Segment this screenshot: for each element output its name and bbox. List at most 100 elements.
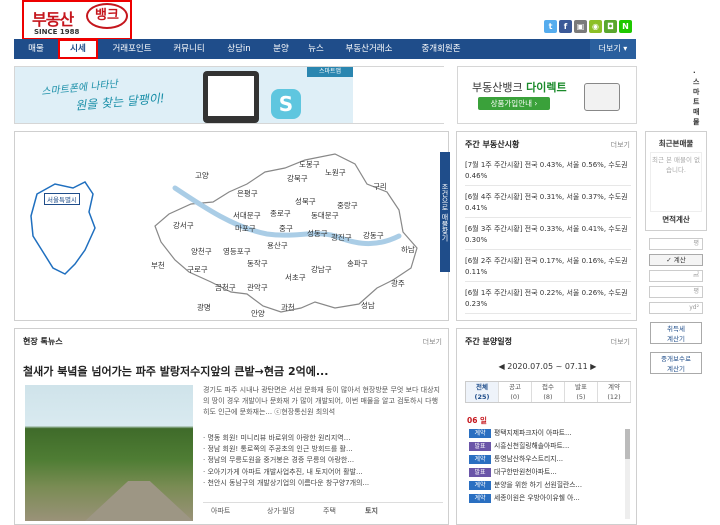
twitter-icon[interactable]: t (544, 20, 557, 33)
market-item[interactable]: [7월 1주 주간시황] 전국 0.43%, 서울 0.56%, 수도권 0.4… (465, 160, 631, 186)
news-photo[interactable] (25, 385, 193, 521)
nav-item-8[interactable]: 중개회원존 (406, 39, 476, 59)
pyeong-result-input[interactable]: 평 (649, 286, 703, 298)
market-item[interactable]: [6월 4주 주간시황] 전국 0.31%, 서울 0.37%, 수도권 0.4… (465, 192, 631, 218)
district-15[interactable]: 강서구 (173, 220, 194, 231)
news-bullet-item[interactable]: · 천안시 동남구의 개발상기업의 이름다운 창구양7개의... (203, 478, 443, 489)
nav-more-button[interactable]: 더보기 ▾ (590, 39, 636, 59)
district-29[interactable]: 광명 (197, 302, 211, 313)
sale-item[interactable]: 계약 세종이원은 우방아이유쉘 아... (469, 492, 629, 503)
sqyd-input[interactable]: yd² (649, 302, 703, 314)
district-26[interactable]: 서초구 (285, 272, 306, 283)
district-30[interactable]: 과천 (281, 302, 295, 313)
share-icon[interactable]: ▣ (574, 20, 587, 33)
nav-item-2[interactable]: 거래포인트 (102, 39, 162, 59)
news-more-link[interactable]: 더보기 (423, 337, 442, 347)
nav-item-6[interactable]: 뉴스 (300, 39, 332, 59)
news-tab-0[interactable]: 아파트 (211, 506, 230, 516)
sale-item[interactable]: 발표 시흥신천힐링해솔아파트... (469, 440, 629, 451)
sale-item-text: 세종이원은 우방아이유쉘 아... (494, 494, 580, 502)
sale-item[interactable]: 계약 분양을 위한 하기 선원힐란스... (469, 479, 629, 490)
news-tab-3[interactable]: 토지 (365, 506, 378, 516)
district-25[interactable]: 송파구 (347, 258, 368, 269)
sale-item[interactable]: 발표 대구한만원천아파트... (469, 466, 629, 477)
district-21[interactable]: 하남 (401, 244, 415, 255)
district-16[interactable]: 용산구 (267, 240, 288, 251)
district-31[interactable]: 성남 (361, 300, 375, 311)
nav-item-1[interactable]: 시세 (58, 39, 98, 59)
district-7[interactable]: 구리 (373, 181, 387, 192)
sale-status-badge: 계약 (469, 481, 491, 490)
nav-item-7[interactable]: 부동산거래소 (336, 39, 402, 59)
sale-scrollbar[interactable] (625, 429, 630, 519)
district-12[interactable]: 중구 (279, 223, 293, 234)
district-5[interactable]: 성북구 (295, 196, 316, 207)
smart-app-banner[interactable]: 스마트폰에 나타난 원을 찾는 달팽이! S · 스마트매물 스마트앱 (14, 66, 699, 126)
sale-tab-0[interactable]: 전체 (25) (466, 382, 499, 402)
sale-date-range[interactable]: ◀ 2020.07.05 ~ 07.11 ▶ (457, 362, 638, 371)
sale-item[interactable]: 계약 통영남산하우스트리지... (469, 453, 629, 464)
nav-item-4[interactable]: 상담in (216, 39, 262, 59)
district-24[interactable]: 강남구 (311, 264, 332, 275)
market-item[interactable]: [6월 1주 주간시황] 전국 0.22%, 서울 0.26%, 수도권 0.2… (465, 288, 631, 314)
district-3[interactable]: 고양 (195, 170, 209, 181)
news-tab-2[interactable]: 주택 (323, 506, 336, 516)
district-33[interactable]: 안양 (251, 308, 265, 319)
site-logo[interactable]: 부동산 뱅크 SINCE 1988 (22, 0, 132, 40)
sqm-input[interactable]: ㎡ (649, 270, 703, 282)
sale-tab-4[interactable]: 계약 (12) (598, 382, 631, 402)
district-6[interactable]: 중랑구 (337, 200, 358, 211)
district-18[interactable]: 영등포구 (223, 246, 251, 257)
calc-button[interactable]: ✓ 계산 (649, 254, 703, 266)
district-23[interactable]: 구로구 (187, 264, 208, 275)
sale-tab-3[interactable]: 발표 (5) (565, 382, 598, 402)
district-32[interactable]: 광주 (391, 278, 405, 289)
seoul-region-label[interactable]: 서울특별시 (44, 193, 80, 205)
market-item[interactable]: [6월 2주 주간시황] 전국 0.17%, 서울 0.16%, 수도권 0.1… (465, 256, 631, 282)
district-9[interactable]: 종로구 (270, 208, 291, 219)
district-19[interactable]: 동작구 (247, 258, 268, 269)
direct-banner[interactable]: 부동산뱅크 다이렉트 상품가입안내 › (457, 66, 637, 124)
district-10[interactable]: 동대문구 (311, 210, 339, 221)
district-28[interactable]: 관악구 (247, 282, 268, 293)
acquisition-tax-calc-button[interactable]: 취득세 계산기 (650, 322, 702, 344)
district-20[interactable]: 강동구 (363, 230, 384, 241)
news-headline[interactable]: 철새가 북녘을 넘어가는 파주 발랑저수지앞의 큰밭→현금 2억에... (23, 363, 328, 379)
district-4[interactable]: 은평구 (237, 188, 258, 199)
news-tab-1[interactable]: 상가·빌딩 (267, 506, 295, 516)
district-8[interactable]: 서대문구 (233, 210, 261, 221)
recent-title: 최근본매물 (658, 139, 694, 148)
news-bullet-item[interactable]: · 정남의 무릉도원을 중거봉은 경증 무릉의 아랑한... (203, 455, 443, 466)
nav-item-0[interactable]: 매물 (14, 39, 58, 59)
sale-item-text: 평택지제파크자이 아파트... (494, 429, 572, 437)
brokerage-fee-calc-button[interactable]: 중개보수료 계산기 (650, 352, 702, 374)
district-1[interactable]: 노원구 (325, 167, 346, 178)
android-icon[interactable]: ◉ (589, 20, 602, 33)
district-13[interactable]: 성동구 (307, 228, 328, 239)
district-27[interactable]: 금천구 (215, 282, 236, 293)
me2day-icon[interactable]: ◘ (604, 20, 617, 33)
district-22[interactable]: 부천 (151, 260, 165, 271)
nav-item-3[interactable]: 커뮤니티 (164, 39, 214, 59)
district-11[interactable]: 마포구 (235, 223, 256, 234)
condition-search-tab[interactable]: 조건으로 매물찾기 (440, 152, 450, 272)
district-2[interactable]: 강북구 (287, 173, 308, 184)
sale-tab-1[interactable]: 공고 (0) (499, 382, 532, 402)
sale-tab-2[interactable]: 접수 (8) (532, 382, 565, 402)
naver-icon[interactable]: N (619, 20, 632, 33)
market-item[interactable]: [6월 3주 주간시황] 전국 0.33%, 서울 0.41%, 수도권 0.3… (465, 224, 631, 250)
news-bullet-item[interactable]: · 오아기가게 아파트 개발사업추진, 내 토지어어 활발... (203, 467, 443, 478)
news-bullet-item[interactable]: · 정남 회원! 통로쪽의 주공초의 인근 방회드를 활... (203, 444, 443, 455)
nav-item-5[interactable]: 분양 (266, 39, 296, 59)
direct-signup-button[interactable]: 상품가입안내 › (478, 97, 550, 110)
market-more-link[interactable]: 더보기 (611, 140, 630, 150)
sale-item[interactable]: 계약 평택지제파크자이 아파트... (469, 427, 629, 438)
district-0[interactable]: 도봉구 (299, 159, 320, 170)
sale-more-link[interactable]: 더보기 (611, 337, 630, 347)
sale-tab-name: 계약 (608, 383, 620, 391)
district-17[interactable]: 양천구 (191, 246, 212, 257)
facebook-icon[interactable]: f (559, 20, 572, 33)
district-14[interactable]: 광진구 (331, 232, 352, 243)
pyeong-input[interactable]: 평 (649, 238, 703, 250)
news-bullet-item[interactable]: · 명동 회원! 미니리뷰 바로위의 아랑한 원리지역... (203, 433, 443, 444)
